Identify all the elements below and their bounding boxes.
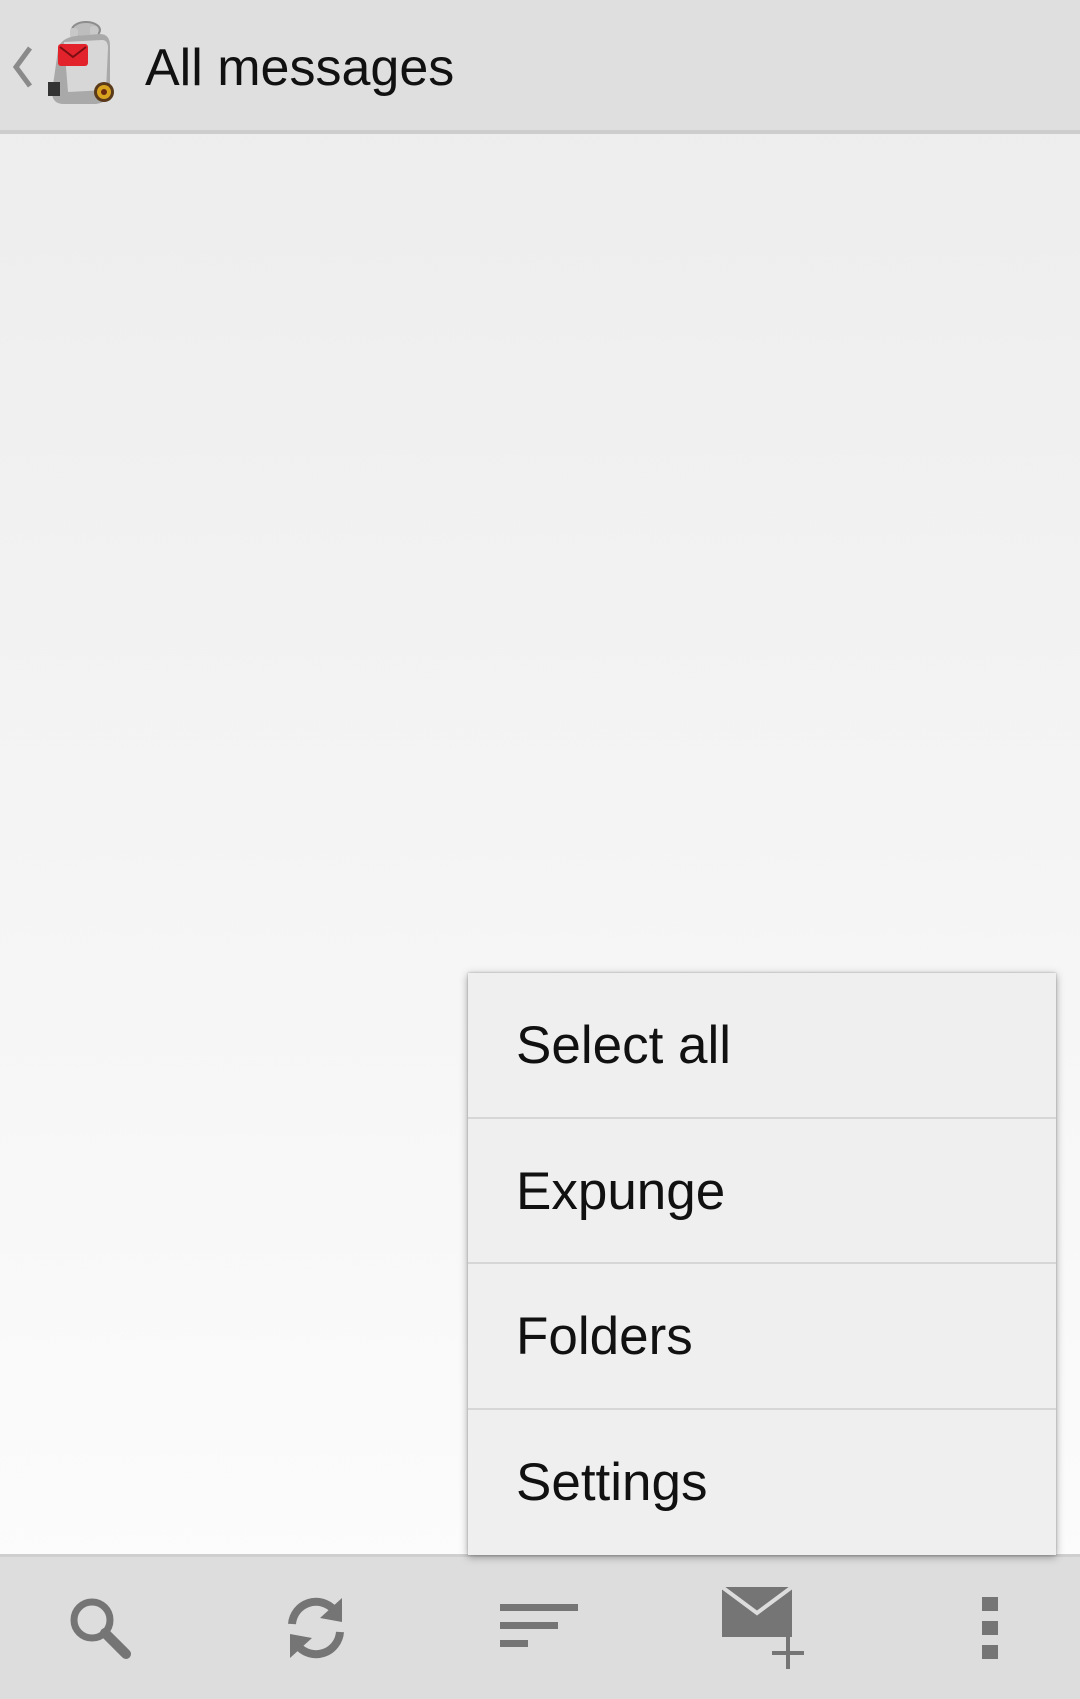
- page-title: All messages: [145, 39, 455, 97]
- compose-icon: [720, 1585, 804, 1669]
- overflow-menu: Select all Expunge Folders Settings: [468, 973, 1056, 1555]
- search-button[interactable]: [0, 1557, 200, 1699]
- refresh-button[interactable]: [216, 1557, 416, 1699]
- compose-button[interactable]: [664, 1557, 864, 1699]
- sort-button[interactable]: [440, 1557, 640, 1699]
- action-bar: All messages: [0, 0, 1080, 134]
- up-button[interactable]: [0, 0, 128, 130]
- menu-item-expunge[interactable]: Expunge: [468, 1119, 1056, 1264]
- app-logo-icon: [48, 21, 114, 104]
- menu-item-label: Select all: [516, 1016, 732, 1075]
- chevron-left-icon: [12, 46, 33, 88]
- overflow-menu-button[interactable]: [890, 1557, 1080, 1699]
- menu-item-folders[interactable]: Folders: [468, 1264, 1056, 1410]
- menu-item-label: Settings: [516, 1452, 708, 1512]
- refresh-icon: [288, 1597, 344, 1659]
- bottom-toolbar: [0, 1554, 1080, 1699]
- sort-icon: [500, 1604, 578, 1647]
- more-vert-icon: [982, 1597, 998, 1659]
- menu-item-select-all[interactable]: Select all: [468, 973, 1056, 1119]
- menu-item-label: Expunge: [516, 1161, 726, 1221]
- search-icon: [70, 1598, 131, 1659]
- menu-item-label: Folders: [516, 1307, 693, 1366]
- menu-item-settings[interactable]: Settings: [468, 1410, 1056, 1556]
